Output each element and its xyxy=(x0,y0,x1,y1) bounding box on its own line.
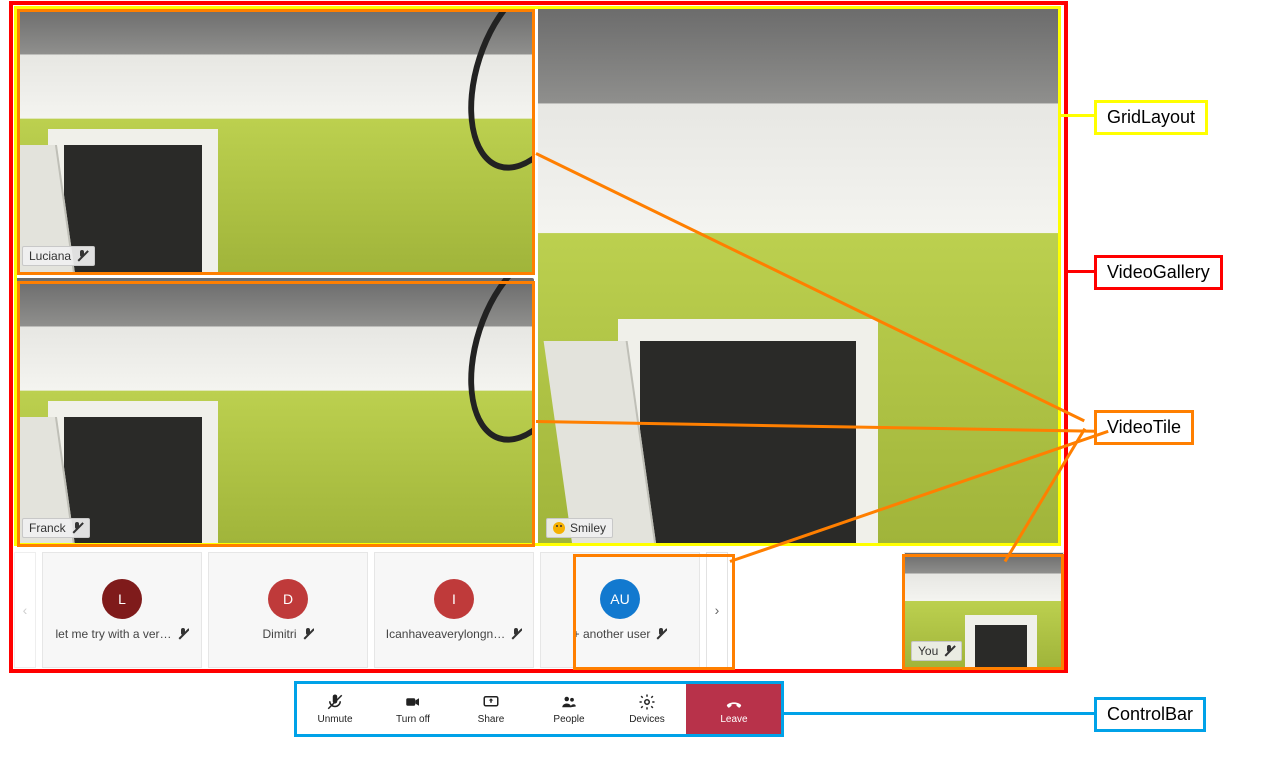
chevron-right-icon: › xyxy=(715,602,720,618)
share-screen-icon xyxy=(482,693,500,711)
camera-toggle-button[interactable]: Turn off xyxy=(374,683,452,735)
avatar-initial: D xyxy=(283,591,293,607)
overflow-tile[interactable]: I Icanhaveaverylongn… xyxy=(374,552,534,668)
mic-muted-icon xyxy=(655,628,667,640)
people-button[interactable]: People xyxy=(530,683,608,735)
avatar: AU xyxy=(600,579,640,619)
button-label: Unmute xyxy=(317,714,352,725)
share-button[interactable]: Share xyxy=(452,683,530,735)
participant-name: Franck xyxy=(29,521,66,535)
annotation-label-videogallery: VideoGallery xyxy=(1094,255,1223,290)
button-label: Turn off xyxy=(396,714,430,725)
annotation-label-controlbar: ControlBar xyxy=(1094,697,1206,732)
camera-icon xyxy=(404,693,422,711)
avatar: L xyxy=(102,579,142,619)
participant-name: You xyxy=(918,644,938,658)
scroll-left-button[interactable]: ‹ xyxy=(14,552,36,668)
overflow-tile[interactable]: D Dimitri xyxy=(208,552,368,668)
overflow-strip: ‹ L let me try with a ver… D Dimitri I I… xyxy=(14,552,1064,668)
participant-name-pill: Franck xyxy=(22,518,90,538)
annotation-line xyxy=(784,712,1094,715)
mic-muted-icon xyxy=(302,628,314,640)
avatar-caption: Icanhaveaverylongn… xyxy=(386,627,522,641)
room-net xyxy=(446,6,534,186)
avatar-caption: + another user xyxy=(573,627,668,641)
avatar: I xyxy=(434,579,474,619)
local-video-tile[interactable]: You xyxy=(904,552,1064,668)
avatar-initial: I xyxy=(452,591,456,607)
mic-muted-icon xyxy=(326,693,344,711)
button-label: People xyxy=(553,714,584,725)
people-icon xyxy=(560,693,578,711)
leave-button[interactable]: Leave xyxy=(686,683,782,735)
devices-button[interactable]: Devices xyxy=(608,683,686,735)
mic-muted-icon xyxy=(76,250,88,262)
participant-name-pill: You xyxy=(911,641,962,661)
button-label: Devices xyxy=(629,714,665,725)
avatar-caption: let me try with a ver… xyxy=(55,627,188,641)
button-label: Leave xyxy=(720,714,747,725)
annotation-label-videotile: VideoTile xyxy=(1094,410,1194,445)
annotation-label-gridlayout: GridLayout xyxy=(1094,100,1208,135)
participant-name: Luciana xyxy=(29,249,71,263)
annotation-line xyxy=(1061,114,1095,117)
overflow-name: let me try with a ver… xyxy=(55,627,171,641)
overflow-name: Icanhaveaverylongn… xyxy=(386,627,505,641)
room-door xyxy=(965,615,1037,667)
mic-muted-icon xyxy=(943,645,955,657)
overflow-tile[interactable]: L let me try with a ver… xyxy=(42,552,202,668)
mic-muted-icon xyxy=(71,522,83,534)
overflow-name: Dimitri xyxy=(263,627,297,641)
avatar-caption: Dimitri xyxy=(263,627,314,641)
chevron-left-icon: ‹ xyxy=(23,602,28,618)
control-bar: Unmute Turn off Share People Devices Lea… xyxy=(296,683,782,735)
video-tile-smiley[interactable]: Smiley xyxy=(538,6,1058,546)
avatar-initial: AU xyxy=(610,591,629,607)
avatar-initial: L xyxy=(118,591,126,607)
participant-name-pill: Smiley xyxy=(546,518,613,538)
unmute-button[interactable]: Unmute xyxy=(296,683,374,735)
video-tile-franck[interactable]: Franck xyxy=(14,278,534,546)
participant-name-pill: Luciana xyxy=(22,246,95,266)
video-gallery-container: Luciana Smiley Franck ‹ L xyxy=(14,6,1064,668)
mic-muted-icon xyxy=(510,628,522,640)
scroll-right-button[interactable]: › xyxy=(706,552,728,668)
avatar: D xyxy=(268,579,308,619)
mic-muted-icon xyxy=(177,628,189,640)
overflow-name: + another user xyxy=(573,627,651,641)
button-label: Share xyxy=(478,714,505,725)
room-net xyxy=(446,278,534,458)
hangup-icon xyxy=(725,693,743,711)
overflow-tile[interactable]: AU + another user xyxy=(540,552,700,668)
smiley-icon xyxy=(553,522,565,534)
video-tile-luciana[interactable]: Luciana xyxy=(14,6,534,274)
gear-icon xyxy=(638,693,656,711)
grid-layout: Luciana Smiley Franck xyxy=(14,6,1064,546)
annotation-line xyxy=(1068,270,1095,273)
participant-name: Smiley xyxy=(570,521,606,535)
room-door xyxy=(618,319,878,546)
